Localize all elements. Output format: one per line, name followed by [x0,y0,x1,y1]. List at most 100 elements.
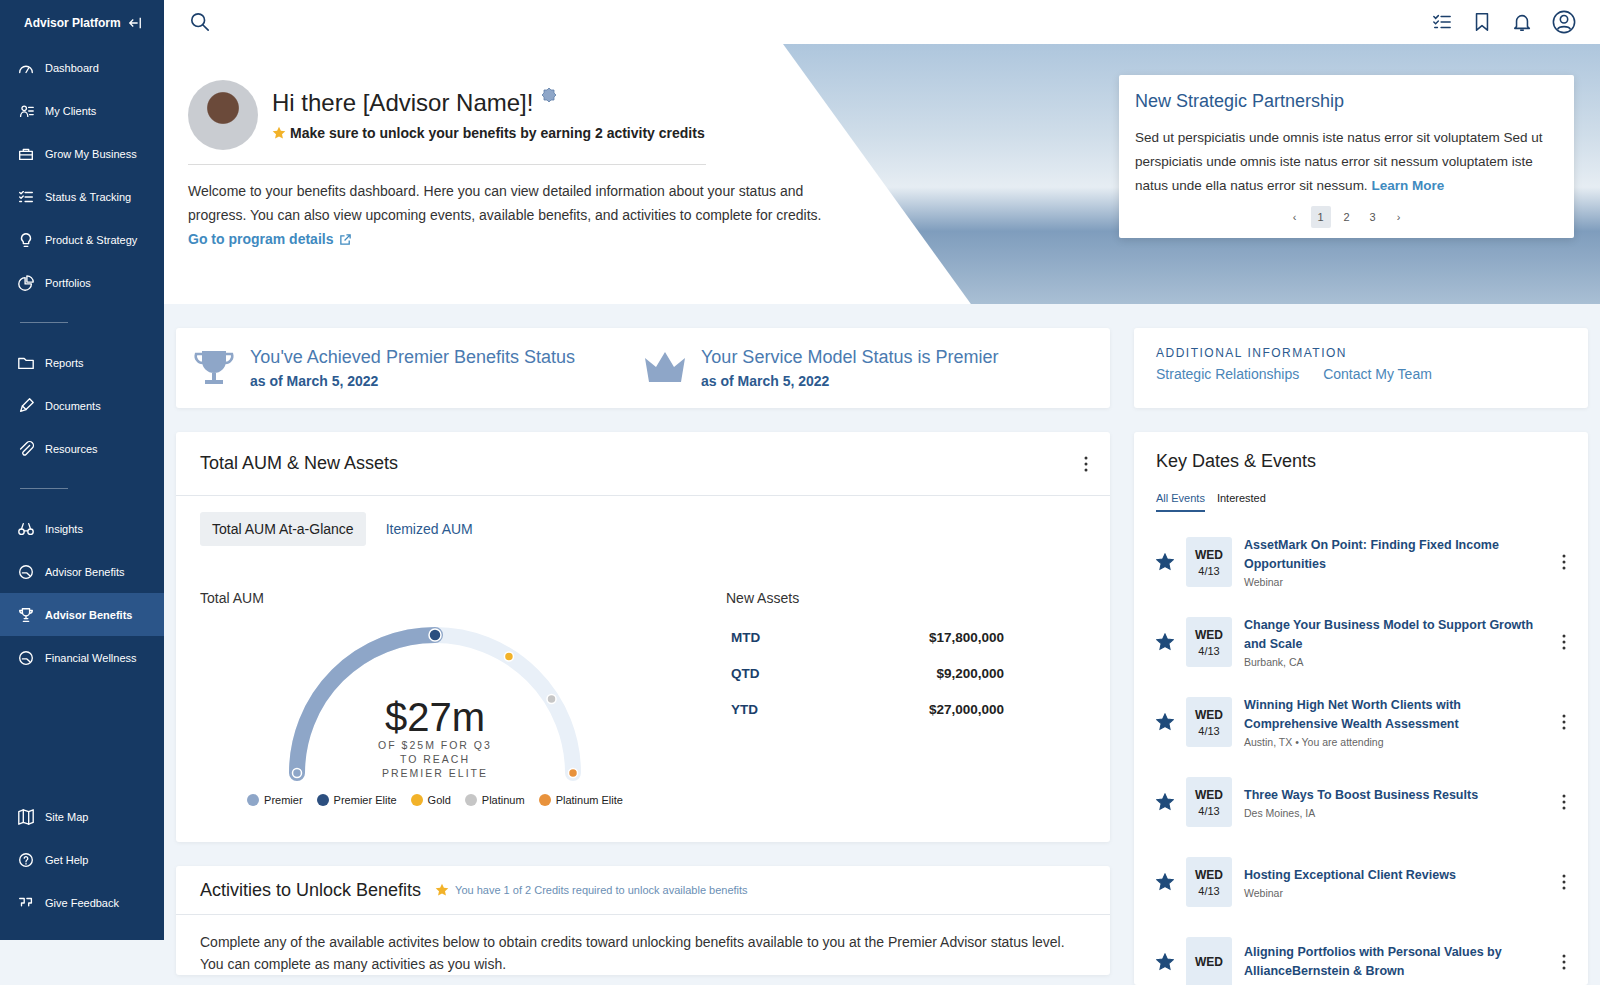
sidebar-item[interactable]: Status & Tracking [0,175,164,218]
checklist-icon[interactable] [1432,12,1452,32]
new-assets: New Assets MTD $17,800,000QTD $9,200,000… [726,590,1004,806]
separator [188,164,706,165]
sidebar-item[interactable]: Product & Strategy [0,218,164,261]
event-tab[interactable]: Interested [1217,492,1266,512]
event-date: WED 4/13 [1186,697,1232,747]
sidebar-item[interactable]: Grow My Business [0,132,164,175]
event-date: WED 4/13 [1186,857,1232,907]
event-subtitle: Webinar [1244,887,1542,899]
aum-tab[interactable]: Total AUM At-a-Glance [200,512,366,546]
legend-item: Platinum Elite [539,794,623,806]
star-icon[interactable] [1156,793,1174,811]
nav-icon [17,231,35,249]
sidebar-item[interactable]: Give Feedback [0,881,164,924]
partnership-title: New Strategic Partnership [1135,91,1558,112]
pager-page[interactable]: 2 [1337,206,1357,228]
sidebar: Advisor Platform Dashboard My Clients Gr… [0,0,164,940]
event-item[interactable]: WED Aligning Portfolios with Personal Va… [1156,922,1570,985]
sidebar-item[interactable]: My Clients [0,89,164,132]
credit-notice: Make sure to unlock your benefits by ear… [272,125,705,141]
sidebar-item[interactable]: Advisor Benefits [0,550,164,593]
status-card: You've Achieved Premier Benefits Status … [176,328,1110,408]
more-icon[interactable] [1562,874,1566,890]
pager-page[interactable]: 1 [1311,206,1331,228]
brand-title: Advisor Platform [24,16,121,30]
nav-icon [17,894,35,912]
nav-icon [17,808,35,826]
collapse-icon[interactable] [128,16,142,30]
sidebar-item[interactable]: Site Map [0,795,164,838]
event-title: Change Your Business Model to Support Gr… [1244,616,1542,654]
event-tab[interactable]: All Events [1156,492,1205,512]
bookmark-icon[interactable] [1472,12,1492,32]
sidebar-item[interactable]: Financial Wellness [0,636,164,679]
trophy-icon [192,348,236,388]
activities-text: Complete any of the available activites … [176,915,1110,975]
pager-prev[interactable]: ‹ [1285,206,1305,228]
aum-card: Total AUM & New Assets Total AUM At-a-Gl… [176,432,1110,842]
avatar [188,80,258,150]
sidebar-item[interactable]: Dashboard [0,46,164,89]
star-icon[interactable] [1156,873,1174,891]
more-icon[interactable] [1562,794,1566,810]
aum-header: Total AUM & New Assets [176,432,1110,496]
legend-item: Platinum [465,794,525,806]
aum-tab[interactable]: Itemized AUM [374,512,485,546]
more-icon[interactable] [1084,456,1088,472]
sidebar-item[interactable]: Portfolios [0,261,164,304]
legend-item: Premier Elite [317,794,397,806]
event-date: WED 4/13 [1186,777,1232,827]
event-item[interactable]: WED 4/13 Winning High Net Worth Clients … [1156,682,1570,762]
asset-row: YTD $27,000,000 [726,702,1004,724]
star-icon[interactable] [1156,713,1174,731]
advisor-app: Advisor Platform Dashboard My Clients Gr… [0,0,1600,985]
event-item[interactable]: WED 4/13 Three Ways To Boost Business Re… [1156,762,1570,842]
event-item[interactable]: WED 4/13 Change Your Business Model to S… [1156,602,1570,682]
more-icon[interactable] [1562,954,1566,970]
star-icon[interactable] [1156,633,1174,651]
event-title: Three Ways To Boost Business Results [1244,786,1542,805]
event-title: Aligning Portfolios with Personal Values… [1244,943,1542,981]
pager-page[interactable]: 3 [1363,206,1383,228]
event-title: Winning High Net Worth Clients with Comp… [1244,696,1542,734]
partnership-body: Sed ut perspiciatis unde omnis iste natu… [1135,126,1558,198]
nav-icon [17,274,35,292]
activities-header: Activities to Unlock Benefits You have 1… [176,866,1110,915]
sidebar-item[interactable]: Advisor Benefits [0,593,164,636]
sidebar-item[interactable]: Documents [0,384,164,427]
sidebar-footer: Site Map Get Help Give Feedback [0,795,164,940]
event-item[interactable]: WED 4/13 Hosting Exceptional Client Revi… [1156,842,1570,922]
bell-icon[interactable] [1512,12,1532,32]
program-link[interactable]: Go to program details [188,231,828,247]
event-date: WED 4/13 [1186,617,1232,667]
info-link[interactable]: Strategic Relationships [1156,366,1299,382]
learn-more-link[interactable]: Learn More [1371,178,1444,193]
info-link[interactable]: Contact My Team [1323,366,1432,382]
welcome: Hi there [Advisor Name]! Make sure to un… [188,75,828,304]
events-card: Key Dates & Events All EventsInterested … [1134,432,1588,985]
sidebar-item[interactable]: Insights [0,507,164,550]
event-subtitle: Webinar [1244,576,1542,588]
sidebar-item[interactable]: Get Help [0,838,164,881]
nav-icon [17,851,35,869]
star-icon[interactable] [1156,553,1174,571]
event-item[interactable]: WED 4/13 AssetMark On Point: Finding Fix… [1156,522,1570,602]
sidebar-item[interactable]: Reports [0,341,164,384]
aum-gauge: $27m OF $25M FOR Q3TO REACHPREMIER ELITE [280,616,590,786]
gauge-marker [293,769,302,778]
more-icon[interactable] [1562,554,1566,570]
more-icon[interactable] [1562,714,1566,730]
sidebar-item[interactable]: Resources [0,427,164,470]
intro-text: Welcome to your benefits dashboard. Here… [188,179,828,227]
pager-next[interactable]: › [1389,206,1409,228]
nav-icon [17,102,35,120]
user-icon[interactable] [1552,10,1576,34]
aum-tabs: Total AUM At-a-GlanceItemized AUM [200,512,1086,546]
badge-icon [541,87,557,103]
sidebar-divider [20,322,68,323]
star-icon [272,126,286,140]
more-icon[interactable] [1562,634,1566,650]
sidebar-header: Advisor Platform [0,0,164,46]
search-icon[interactable] [190,12,210,32]
star-icon[interactable] [1156,953,1174,971]
